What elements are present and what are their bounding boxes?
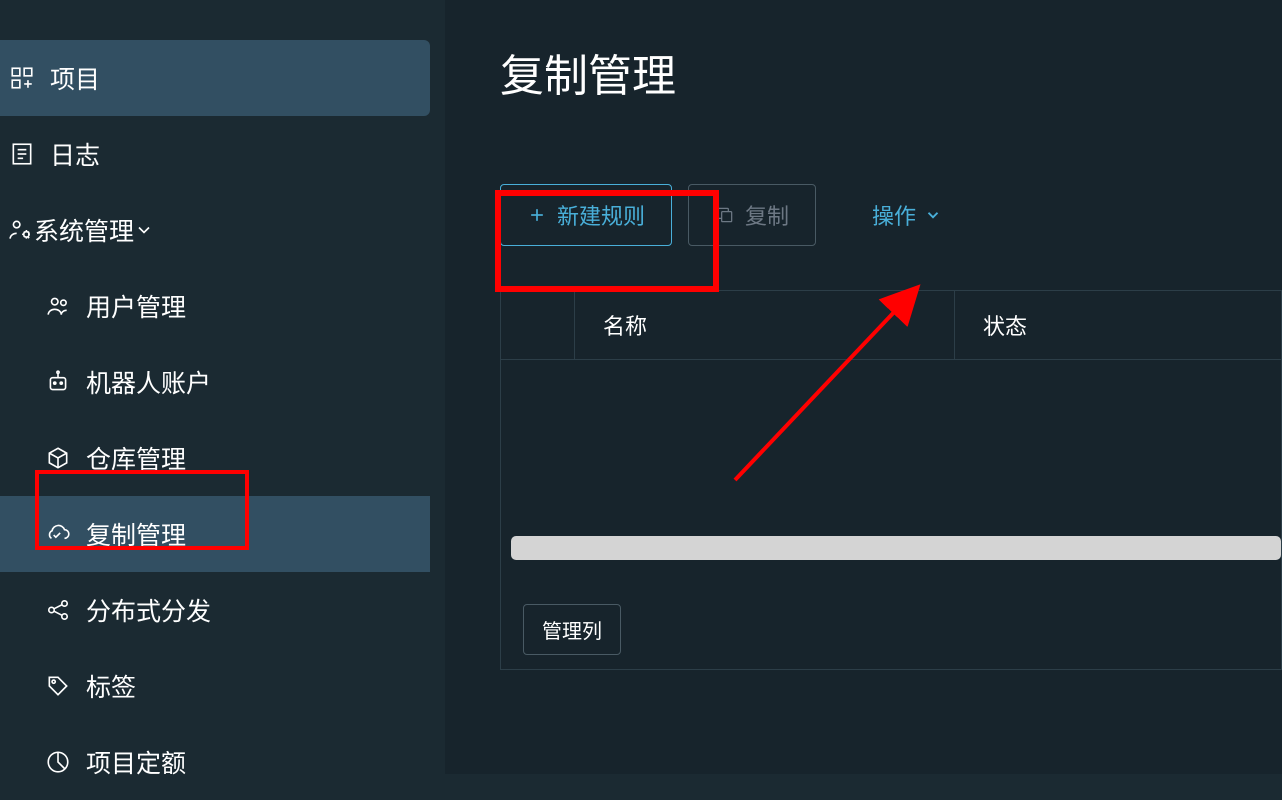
sidebar-item-label: 仓库管理 [86, 440, 186, 476]
sidebar-item-users[interactable]: 用户管理 [0, 268, 445, 344]
cloud-sync-icon [44, 520, 72, 548]
sidebar-item-label: 项目 [50, 60, 100, 96]
sidebar-item-logs[interactable]: 日志 [0, 116, 445, 192]
sidebar-item-label: 分布式分发 [86, 592, 211, 628]
sidebar-item-repo[interactable]: 仓库管理 [0, 420, 445, 496]
sidebar-item-label: 机器人账户 [86, 364, 211, 400]
sidebar-section-system[interactable]: 系统管理 [0, 192, 445, 268]
system-admin-icon [8, 217, 34, 243]
table-header: 名称 状态 [501, 291, 1281, 360]
projects-icon [8, 64, 36, 92]
rules-table: 名称 状态 管理列 [500, 290, 1282, 670]
button-label: 复制 [745, 199, 789, 231]
sidebar-item-quota[interactable]: 项目定额 [0, 724, 445, 800]
plus-icon [527, 205, 547, 225]
toolbar: 新建规则 复制 操作 [500, 184, 1282, 246]
pie-chart-icon [44, 748, 72, 776]
table-header-status: 状态 [955, 291, 1281, 359]
action-dropdown[interactable]: 操作 [872, 199, 942, 231]
action-label: 操作 [872, 199, 916, 231]
users-icon [44, 292, 72, 320]
copy-button[interactable]: 复制 [688, 184, 816, 246]
sidebar-item-distribution[interactable]: 分布式分发 [0, 572, 445, 648]
sidebar-item-label: 标签 [86, 668, 136, 704]
robot-icon [44, 368, 72, 396]
chevron-down-icon [134, 220, 154, 240]
sidebar: 项目 日志 系统管理 [0, 0, 445, 774]
sidebar-item-replication[interactable]: 复制管理 [0, 496, 430, 572]
logs-icon [8, 140, 36, 168]
sidebar-item-tags[interactable]: 标签 [0, 648, 445, 724]
manage-columns-button[interactable]: 管理列 [523, 604, 621, 655]
sidebar-item-robot[interactable]: 机器人账户 [0, 344, 445, 420]
sidebar-item-label: 复制管理 [86, 516, 186, 552]
table-footer: 管理列 [501, 590, 1281, 669]
horizontal-scrollbar[interactable] [511, 536, 1281, 560]
table-header-name: 名称 [575, 291, 955, 359]
table-body [501, 360, 1281, 590]
cube-icon [44, 444, 72, 472]
main-content: 复制管理 新建规则 复制 操作 [445, 0, 1282, 774]
button-label: 新建规则 [557, 199, 645, 231]
chevron-down-icon [924, 206, 942, 224]
copy-icon [715, 205, 735, 225]
sidebar-item-label: 项目定额 [86, 744, 186, 780]
tag-icon [44, 672, 72, 700]
sidebar-item-projects[interactable]: 项目 [0, 40, 430, 116]
share-icon [44, 596, 72, 624]
sidebar-section-label: 系统管理 [34, 212, 134, 248]
table-header-checkbox [501, 291, 575, 359]
sidebar-item-label: 用户管理 [86, 288, 186, 324]
new-rule-button[interactable]: 新建规则 [500, 184, 672, 246]
page-title: 复制管理 [500, 40, 1282, 104]
sidebar-item-label: 日志 [50, 136, 100, 172]
